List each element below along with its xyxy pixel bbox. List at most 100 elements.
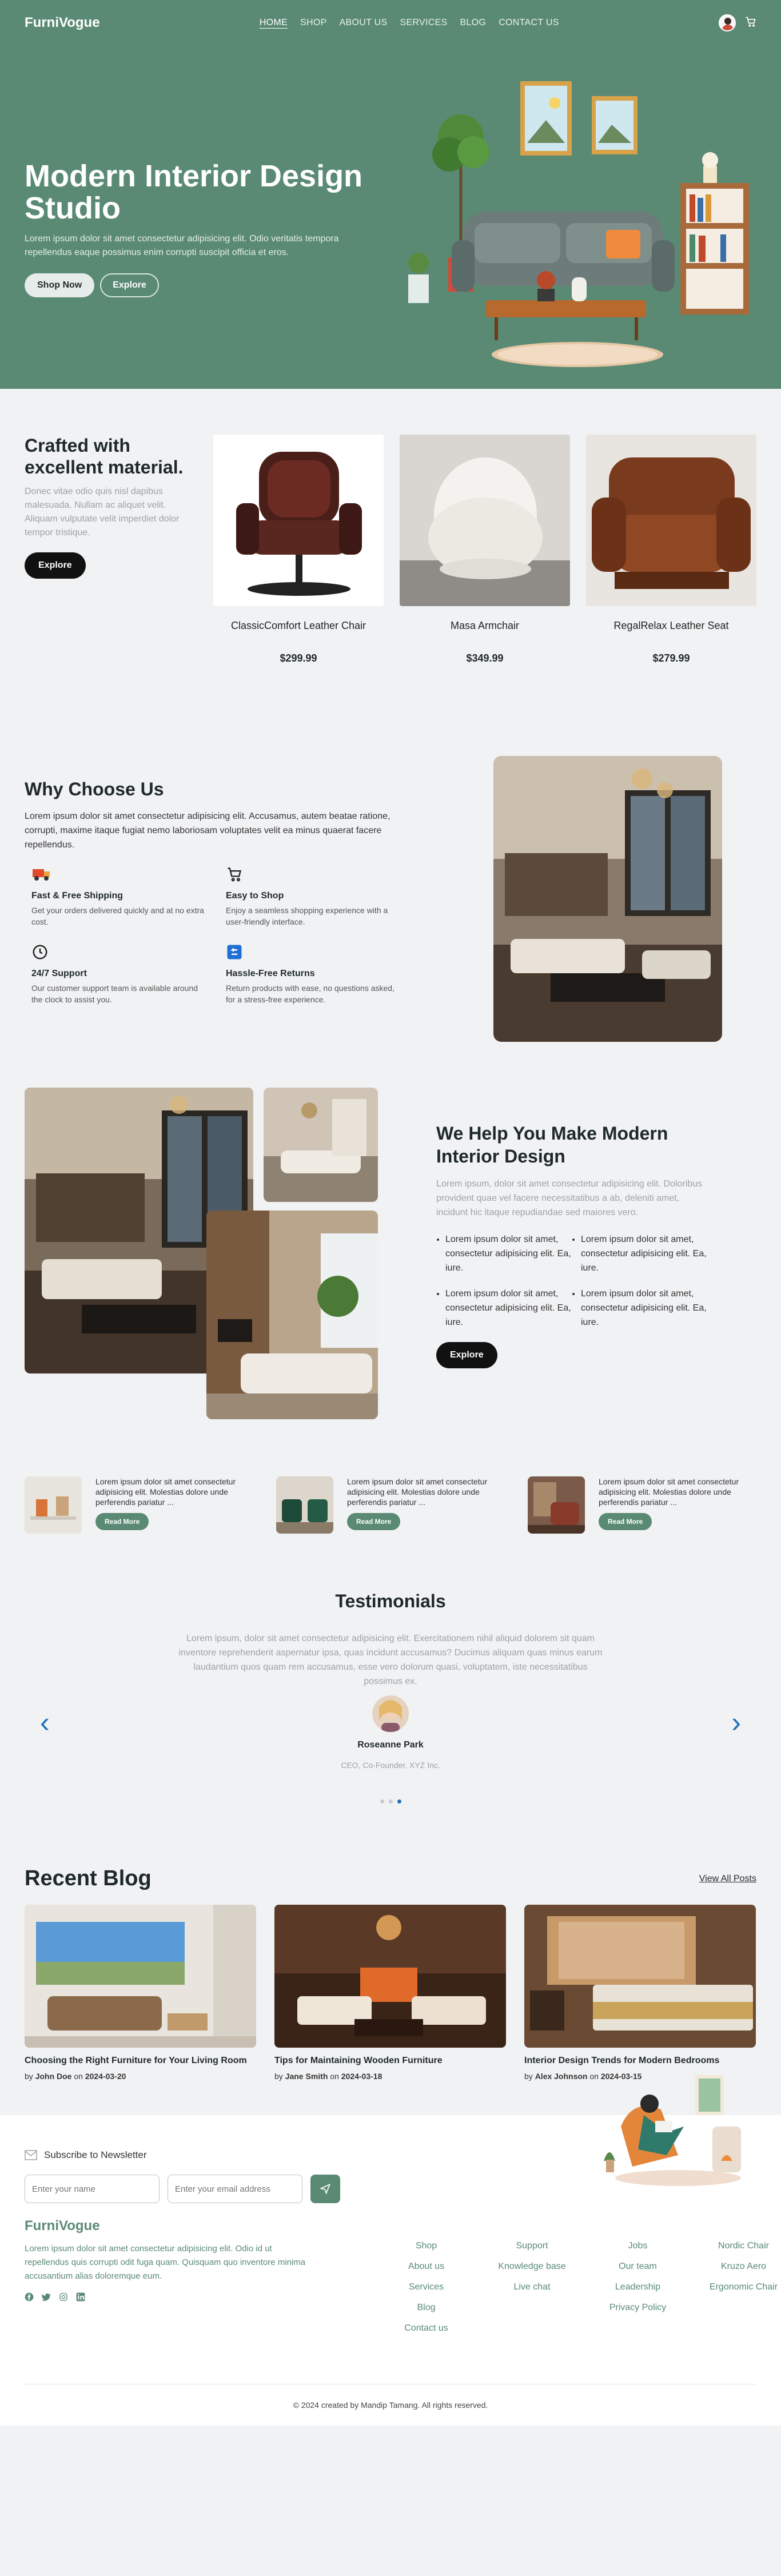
feature-title: 24/7 Support (31, 969, 87, 978)
nav-home[interactable]: HOME (260, 18, 288, 28)
footer-link-jobs[interactable]: Jobs (585, 2241, 691, 2251)
hero-title: Modern Interior Design Studio (25, 159, 363, 225)
mini-post: Lorem ipsum dolor sit amet consectetur a… (25, 1476, 253, 1534)
return-icon (226, 942, 245, 962)
interior-photo (493, 756, 722, 1042)
explore-products-button[interactable]: Explore (25, 552, 86, 579)
prev-arrow-icon[interactable]: ‹ (40, 1708, 50, 1737)
product-image[interactable] (586, 435, 756, 606)
testimonials-section: Testimonials Lorem ipsum, dolor sit amet… (0, 1556, 781, 1838)
product-card[interactable]: Masa Armchair $349.99 (400, 435, 570, 664)
nav-links: HOME SHOP ABOUT US SERVICES BLOG CONTACT… (260, 18, 559, 28)
feature-text: Return products with ease, no questions … (226, 984, 395, 1004)
blog-post-date: 2024-03-20 (85, 2072, 126, 2081)
footer-logo[interactable]: FurniVogue (25, 2218, 316, 2234)
mini-post-text: Lorem ipsum dolor sit amet consectetur a… (599, 1477, 739, 1507)
footer-link-services[interactable]: Services (373, 2282, 479, 2292)
explore-hero-button[interactable]: Explore (100, 273, 159, 297)
crafted-text: Donec vitae odio quis nisl dapibus males… (25, 487, 180, 538)
feature-item: Fast & Free Shipping Get your orders del… (25, 865, 208, 927)
carousel-dot-active[interactable] (397, 1799, 401, 1803)
nav-shop[interactable]: SHOP (300, 18, 327, 28)
footer-link-columns: Shop About us Services Blog Contact us S… (373, 2241, 781, 2344)
footer-link-knowledge[interactable]: Knowledge base (479, 2262, 585, 2272)
feature-text: Our customer support team is available a… (31, 984, 198, 1004)
nav-about[interactable]: ABOUT US (340, 18, 388, 28)
blog-image[interactable] (524, 1905, 756, 2048)
cart-icon[interactable] (745, 16, 756, 30)
on-label: on (74, 2072, 83, 2081)
by-label: by (274, 2072, 283, 2081)
footer-link-privacy[interactable]: Privacy Policy (585, 2303, 691, 2313)
mini-posts-section: Lorem ipsum dolor sit amet consectetur a… (0, 1454, 781, 1556)
footer-link-contact[interactable]: Contact us (373, 2323, 479, 2334)
nav-blog[interactable]: BLOG (460, 18, 487, 28)
user-avatar[interactable] (719, 14, 736, 31)
footer-link-about[interactable]: About us (373, 2262, 479, 2272)
product-image[interactable] (400, 435, 570, 606)
name-input[interactable] (25, 2175, 160, 2203)
feature-title: Easy to Shop (226, 891, 284, 901)
facebook-icon[interactable] (25, 2292, 34, 2304)
site-logo[interactable]: FurniVogue (25, 15, 100, 31)
product-card[interactable]: ClassicComfort Leather Chair $299.99 (213, 435, 384, 664)
read-more-button[interactable]: Read More (347, 1513, 401, 1530)
footer-link-chat[interactable]: Live chat (479, 2282, 585, 2292)
carousel-dot[interactable] (388, 1799, 393, 1803)
view-all-posts-link[interactable]: View All Posts (699, 1874, 756, 1884)
testimonial-name: Roseanne Park (357, 1740, 424, 1750)
testimonial-quote: Lorem ipsum, dolor sit amet consectetur … (178, 1634, 603, 1686)
send-button[interactable] (310, 2175, 340, 2203)
explore-help-button[interactable]: Explore (436, 1342, 497, 1368)
blog-image[interactable] (25, 1905, 256, 2048)
navbar: FurniVogue HOME SHOP ABOUT US SERVICES B… (0, 0, 781, 46)
footer-link-blog[interactable]: Blog (373, 2303, 479, 2313)
read-more-button[interactable]: Read More (599, 1513, 652, 1530)
testimonial-role: CEO, Co-Founder, XYZ Inc. (341, 1761, 440, 1770)
footer-column: Jobs Our team Leadership Privacy Policy (585, 2241, 691, 2344)
footer-link-team[interactable]: Our team (585, 2262, 691, 2272)
hero-illustration (408, 81, 749, 367)
why-choose-us-section: Why Choose Us Lorem ipsum dolor sit amet… (0, 699, 781, 1076)
shop-now-button[interactable]: Shop Now (25, 273, 95, 297)
blog-grid: Choosing the Right Furniture for Your Li… (25, 1905, 756, 2081)
clock-icon (31, 942, 51, 962)
carousel-dot[interactable] (380, 1799, 384, 1803)
footer-link-shop[interactable]: Shop (373, 2241, 479, 2251)
product-image[interactable] (213, 435, 384, 606)
footer-link-nordic-chair[interactable]: Nordic Chair (691, 2241, 781, 2251)
footer-link-kruzo-aero[interactable]: Kruzo Aero (691, 2262, 781, 2272)
on-label: on (589, 2072, 599, 2081)
blog-post-title[interactable]: Choosing the Right Furniture for Your Li… (25, 2056, 256, 2066)
blog-card[interactable]: Tips for Maintaining Wooden Furniture by… (274, 1905, 506, 2081)
blog-card[interactable]: Interior Design Trends for Modern Bedroo… (524, 1905, 756, 2081)
footer-link-support[interactable]: Support (479, 2241, 585, 2251)
footer-link-ergonomic-chair[interactable]: Ergonomic Chair (691, 2282, 781, 2292)
help-bullet-list: Lorem ipsum dolor sit amet, consectetur … (436, 1232, 711, 1329)
mini-post: Lorem ipsum dolor sit amet consectetur a… (528, 1476, 756, 1534)
copyright: © 2024 created by Mandip Tamang. All rig… (25, 2384, 756, 2426)
nav-services[interactable]: SERVICES (400, 18, 447, 28)
linkedin-icon[interactable] (76, 2292, 85, 2304)
nav-contact[interactable]: CONTACT US (499, 18, 559, 28)
blog-post-author: Jane Smith (285, 2072, 328, 2081)
email-input[interactable] (168, 2175, 302, 2203)
bullet-item: Lorem ipsum dolor sit amet, consectetur … (581, 1232, 711, 1275)
mini-post-text: Lorem ipsum dolor sit amet consectetur a… (95, 1477, 236, 1507)
twitter-icon[interactable] (42, 2292, 51, 2304)
blog-title: Recent Blog (25, 1866, 152, 1890)
instagram-icon[interactable] (59, 2292, 68, 2304)
footer-link-leadership[interactable]: Leadership (585, 2282, 691, 2292)
blog-post-title[interactable]: Tips for Maintaining Wooden Furniture (274, 2056, 506, 2066)
next-arrow-icon[interactable]: › (731, 1708, 741, 1737)
blog-image[interactable] (274, 1905, 506, 2048)
product-card[interactable]: RegalRelax Leather Seat $279.99 (586, 435, 756, 664)
testimonial-avatar (372, 1695, 409, 1732)
why-lead: Lorem ipsum dolor sit amet consectetur a… (25, 811, 390, 850)
blog-card[interactable]: Choosing the Right Furniture for Your Li… (25, 1905, 256, 2081)
mini-post-thumbnail[interactable] (25, 1476, 82, 1534)
mini-post-thumbnail[interactable] (276, 1476, 333, 1534)
product-name: ClassicComfort Leather Chair (230, 620, 366, 631)
mini-post-thumbnail[interactable] (528, 1476, 585, 1534)
read-more-button[interactable]: Read More (95, 1513, 149, 1530)
